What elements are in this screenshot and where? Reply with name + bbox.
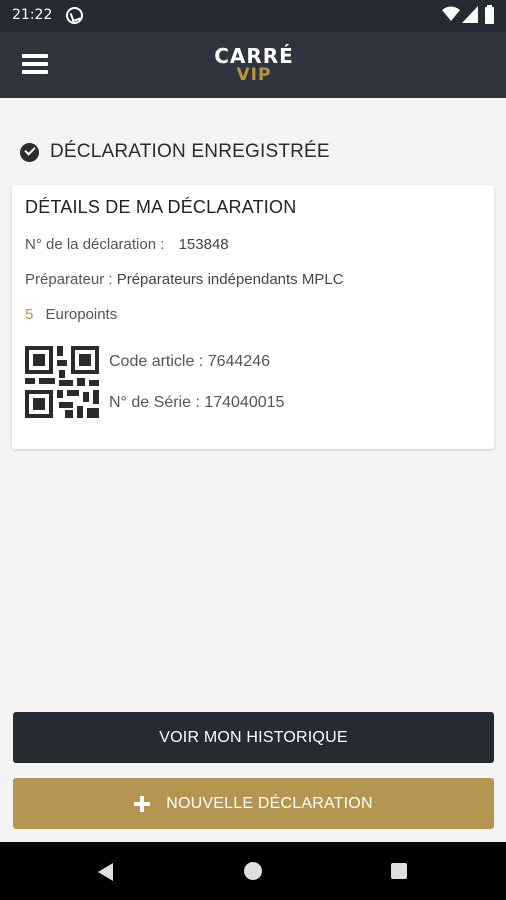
recents-icon[interactable] bbox=[391, 863, 407, 879]
qr-code-icon bbox=[25, 346, 99, 418]
home-icon[interactable] bbox=[244, 862, 262, 880]
confirmation-text: DÉCLARATION ENREGISTRÉE bbox=[50, 141, 330, 162]
new-declaration-button[interactable]: NOUVELLE DÉCLARATION bbox=[13, 778, 494, 829]
preparer-value: Préparateurs indépendants MPLC bbox=[116, 271, 344, 288]
declaration-number-label: N° de la déclaration : bbox=[25, 236, 165, 253]
status-bar: 21:22 bbox=[0, 0, 506, 32]
article-code: Code article : 7644246 bbox=[109, 353, 270, 370]
app-logo: CARRÉ VIP bbox=[204, 46, 304, 86]
europoints-value: 5 bbox=[25, 306, 34, 323]
confirmation-heading: DÉCLARATION ENREGISTRÉE bbox=[20, 140, 330, 164]
declaration-number-value: 153848 bbox=[178, 236, 229, 253]
back-icon[interactable] bbox=[98, 863, 113, 881]
new-declaration-label: NOUVELLE DÉCLARATION bbox=[166, 794, 373, 812]
nfc-icon bbox=[66, 7, 83, 24]
declaration-details-card: DÉTAILS DE MA DÉCLARATION N° de la décla… bbox=[12, 185, 494, 449]
signal-icon bbox=[462, 6, 478, 23]
view-history-button[interactable]: VOIR MON HISTORIQUE bbox=[13, 712, 494, 763]
wifi-icon bbox=[442, 6, 460, 21]
app-bar: CARRÉ VIP bbox=[0, 32, 506, 98]
preparer-row: Préparateur : Préparateurs indépendants … bbox=[25, 271, 344, 288]
battery-icon bbox=[485, 5, 494, 24]
card-title: DÉTAILS DE MA DÉCLARATION bbox=[25, 197, 297, 217]
status-time: 21:22 bbox=[12, 7, 53, 23]
logo-line2: VIP bbox=[236, 65, 272, 85]
europoints-row: 5 Europoints bbox=[25, 306, 117, 323]
serial-number: N° de Série : 174040015 bbox=[109, 394, 285, 411]
preparer-label: Préparateur : bbox=[25, 271, 113, 288]
plus-icon bbox=[134, 795, 151, 812]
view-history-label: VOIR MON HISTORIQUE bbox=[159, 728, 348, 746]
europoints-label: Europoints bbox=[45, 306, 118, 323]
system-nav-bar bbox=[0, 842, 506, 900]
declaration-number-row: N° de la déclaration : 153848 bbox=[25, 236, 229, 253]
logo-line1: CARRÉ bbox=[214, 44, 294, 68]
check-circle-icon bbox=[20, 142, 39, 162]
menu-icon[interactable] bbox=[22, 52, 48, 76]
